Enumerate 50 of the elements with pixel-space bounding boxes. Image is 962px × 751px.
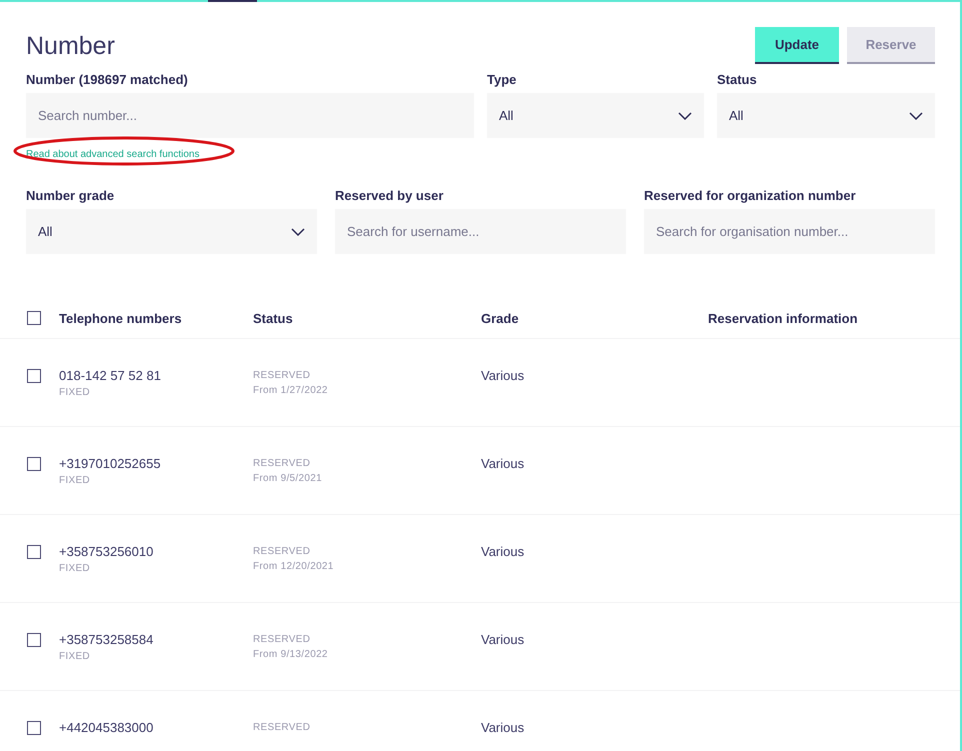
chevron-down-icon	[291, 228, 305, 236]
field-label: Number grade	[26, 188, 116, 203]
select-all-checkbox[interactable]	[27, 311, 41, 325]
status-text: RESERVED	[253, 634, 312, 645]
row-checkbox[interactable]	[27, 457, 41, 471]
grade-text: Various	[481, 720, 526, 735]
number-type: FIXED	[59, 475, 91, 486]
page-title: Number	[26, 32, 115, 61]
status-date: From 9/13/2022	[253, 649, 329, 660]
grade-text: Various	[481, 368, 526, 383]
status-text: RESERVED	[253, 458, 312, 469]
dropdown[interactable]: All	[717, 93, 935, 138]
search-field[interactable]: Search number...	[26, 93, 474, 138]
search-field[interactable]: Search for username...	[335, 209, 626, 254]
row-checkbox[interactable]	[27, 545, 41, 559]
status-date: From 9/5/2021	[253, 473, 323, 484]
row-checkbox[interactable]	[27, 721, 41, 735]
search-field[interactable]: Search for organisation number...	[644, 209, 935, 254]
phone-number: +358753256010	[59, 544, 154, 559]
column-header: Reservation information	[708, 310, 858, 326]
grade-text: Various	[481, 632, 526, 647]
status-text: RESERVED	[253, 546, 312, 557]
number-type: FIXED	[59, 387, 91, 398]
chevron-down-icon	[678, 112, 692, 120]
dropdown[interactable]: All	[26, 209, 317, 254]
action-button[interactable]: Update	[755, 27, 839, 64]
field-label: Reserved for organization number	[644, 188, 857, 203]
phone-number: +442045383000	[59, 720, 154, 735]
number-type: FIXED	[59, 563, 91, 574]
phone-number: +3197010252655	[59, 456, 162, 471]
row-checkbox[interactable]	[27, 633, 41, 647]
grade-text: Various	[481, 456, 526, 471]
column-header: Status	[253, 310, 294, 326]
phone-number: +358753258584	[59, 632, 154, 647]
status-date: From 1/27/2022	[253, 385, 329, 396]
chevron-down-icon	[909, 112, 923, 120]
column-header: Grade	[481, 310, 520, 326]
status-text: RESERVED	[253, 722, 312, 733]
field-label: Reserved by user	[335, 188, 444, 203]
status-date: From 12/20/2021	[253, 561, 335, 572]
phone-number: 018-142 57 52 81	[59, 368, 162, 383]
number-type: FIXED	[59, 651, 91, 662]
field-label: Status	[717, 72, 758, 87]
column-header: Telephone numbers	[59, 310, 183, 326]
status-text: RESERVED	[253, 370, 312, 381]
row-checkbox[interactable]	[27, 369, 41, 383]
dropdown[interactable]: All	[487, 93, 704, 138]
field-label: Number (198697 matched)	[26, 72, 189, 87]
grade-text: Various	[481, 544, 526, 559]
field-label: Type	[487, 72, 518, 87]
